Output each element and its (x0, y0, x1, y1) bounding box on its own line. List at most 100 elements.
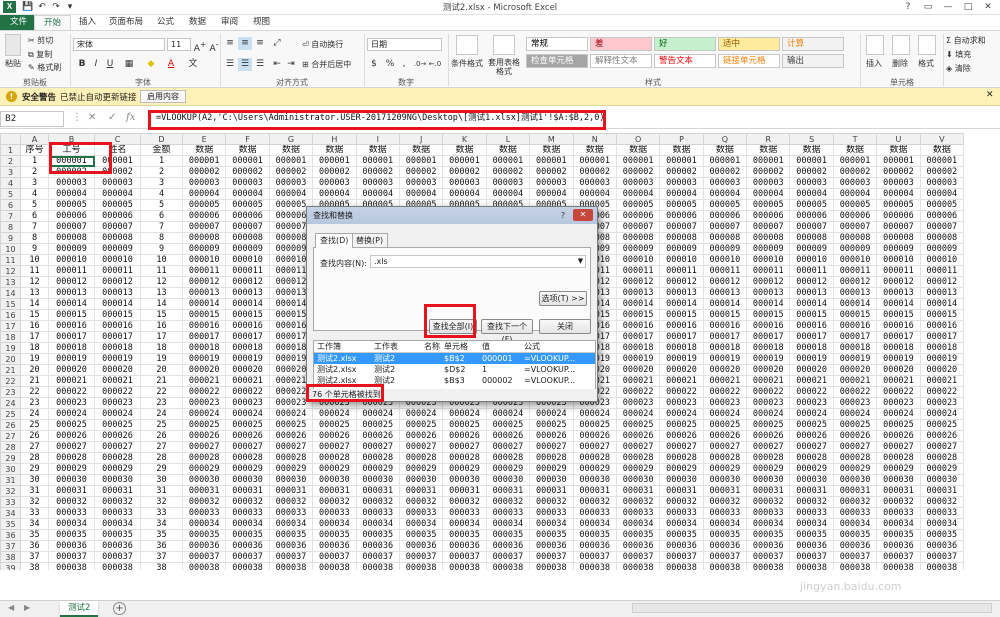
cell[interactable]: 000027 (485, 441, 531, 453)
cell[interactable]: 000012 (94, 276, 141, 288)
cell[interactable]: 000035 (225, 529, 270, 541)
cell[interactable]: 000013 (48, 287, 95, 299)
row-header[interactable]: 18 (0, 331, 21, 343)
cell[interactable]: 000004 (789, 188, 834, 200)
cell[interactable]: 000029 (746, 463, 791, 475)
cell[interactable]: 000037 (485, 551, 531, 563)
cell[interactable]: 000036 (789, 540, 834, 552)
cell[interactable]: 000036 (832, 540, 878, 552)
cell[interactable]: 000038 (919, 562, 965, 570)
row-header[interactable]: 32 (0, 485, 21, 497)
cell[interactable]: 000009 (746, 243, 791, 255)
cell-style-1[interactable]: 常规 (526, 37, 588, 51)
cell[interactable]: 000038 (702, 562, 748, 570)
cell[interactable]: 000023 (659, 397, 704, 409)
grow-font-icon[interactable]: A+ (193, 38, 207, 54)
cell[interactable]: 37 (140, 551, 183, 563)
cell[interactable]: 000011 (832, 265, 878, 277)
cell[interactable]: 000020 (919, 364, 965, 376)
cell[interactable]: 000019 (876, 353, 921, 365)
cell[interactable]: 000024 (94, 408, 141, 420)
cell[interactable]: 000031 (615, 485, 661, 497)
cell[interactable]: 000038 (442, 562, 487, 570)
cell[interactable]: 000026 (94, 430, 141, 442)
cell[interactable]: 000029 (529, 463, 574, 475)
cell[interactable]: 000009 (615, 243, 661, 255)
cell[interactable]: 000004 (572, 188, 617, 200)
cell[interactable]: 000010 (789, 254, 834, 266)
cell[interactable]: 000030 (746, 474, 791, 486)
cell[interactable]: 000001 (702, 155, 748, 167)
cell[interactable]: 000004 (615, 188, 661, 200)
cell[interactable]: 000035 (789, 529, 834, 541)
cell[interactable]: 000025 (312, 419, 357, 431)
cell[interactable]: 000031 (355, 485, 400, 497)
cell[interactable]: 000024 (702, 408, 748, 420)
phonetic-icon[interactable]: 文 (186, 58, 200, 71)
cell[interactable]: 000021 (659, 375, 704, 387)
cell[interactable]: 000014 (659, 298, 704, 310)
cell[interactable]: 13 (140, 287, 183, 299)
cell[interactable]: 000026 (355, 430, 400, 442)
cell[interactable]: 000015 (94, 309, 141, 321)
cell[interactable]: 000003 (485, 177, 531, 189)
cell[interactable]: 000001 (572, 155, 617, 167)
cell[interactable]: 000016 (225, 320, 270, 332)
cell[interactable]: 000004 (529, 188, 574, 200)
cell[interactable]: 000028 (442, 452, 487, 464)
cell[interactable]: 000010 (181, 254, 227, 266)
percent-button[interactable]: % (383, 58, 397, 71)
cell[interactable]: 000027 (442, 441, 487, 453)
cell[interactable]: 000001 (746, 155, 791, 167)
header-cell[interactable]: 数据 (832, 144, 878, 156)
cell[interactable]: 000027 (225, 441, 270, 453)
cell[interactable]: 000004 (225, 188, 270, 200)
cell[interactable]: 000031 (268, 485, 314, 497)
cell[interactable]: 000029 (615, 463, 661, 475)
cell[interactable]: 000036 (94, 540, 141, 552)
results-column-header[interactable]: 单元格 (444, 341, 468, 352)
cell[interactable]: 000033 (572, 507, 617, 519)
cell[interactable]: 000031 (529, 485, 574, 497)
cell[interactable]: 000027 (789, 441, 834, 453)
cell[interactable]: 000013 (225, 287, 270, 299)
cell[interactable]: 000038 (225, 562, 270, 570)
cell[interactable]: 000015 (615, 309, 661, 321)
cell[interactable]: 000037 (702, 551, 748, 563)
cell[interactable]: 000035 (48, 529, 95, 541)
cell[interactable]: 000009 (181, 243, 227, 255)
cell[interactable]: 000031 (485, 485, 531, 497)
cell[interactable]: 000004 (702, 188, 748, 200)
cell[interactable]: 35 (140, 529, 183, 541)
header-cell[interactable]: 数据 (876, 144, 921, 156)
row-header[interactable]: 35 (0, 518, 21, 530)
cell[interactable]: 000017 (181, 331, 227, 343)
tab-data[interactable]: 数据 (180, 15, 215, 30)
cell[interactable]: 000019 (181, 353, 227, 365)
cell[interactable]: 000003 (876, 177, 921, 189)
cell[interactable]: 000004 (312, 188, 357, 200)
cell[interactable]: 000033 (615, 507, 661, 519)
cell[interactable]: 000038 (94, 562, 141, 570)
cell[interactable]: 000006 (615, 210, 661, 222)
cell[interactable]: 14 (20, 298, 49, 310)
column-header[interactable]: R (746, 133, 791, 145)
cell[interactable]: 000016 (702, 320, 748, 332)
cell[interactable]: 4 (20, 188, 49, 200)
cell[interactable]: 000034 (789, 518, 834, 530)
cell[interactable]: 000002 (181, 166, 227, 178)
cell[interactable]: 000037 (181, 551, 227, 563)
cell[interactable]: 000030 (529, 474, 574, 486)
cell[interactable]: 000012 (789, 276, 834, 288)
cell[interactable]: 000033 (789, 507, 834, 519)
cell[interactable]: 000006 (702, 210, 748, 222)
cell[interactable]: 17 (20, 331, 49, 343)
cell[interactable]: 000005 (746, 199, 791, 211)
horizontal-scrollbar[interactable] (632, 603, 992, 613)
row-header[interactable]: 37 (0, 540, 21, 552)
cell[interactable]: 000030 (789, 474, 834, 486)
cell[interactable]: 15 (20, 309, 49, 321)
cell[interactable]: 000026 (268, 430, 314, 442)
cell[interactable]: 000025 (702, 419, 748, 431)
cell[interactable]: 000038 (572, 562, 617, 570)
